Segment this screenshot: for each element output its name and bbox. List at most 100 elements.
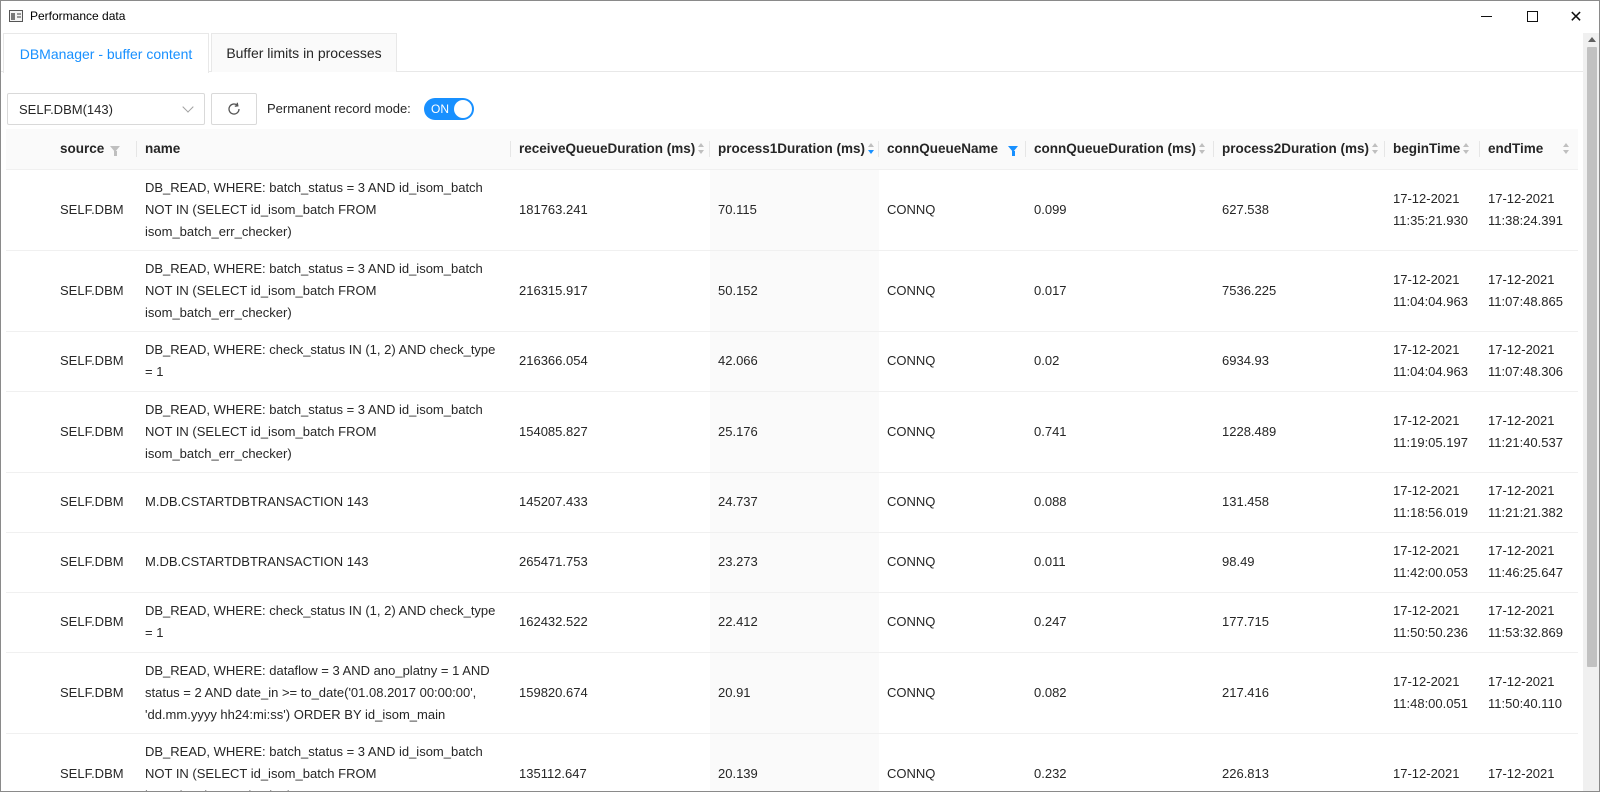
- cell-name: DB_READ, WHERE: check_status IN (1, 2) A…: [137, 331, 511, 392]
- header-process1-duration[interactable]: process1Duration (ms): [710, 129, 879, 170]
- cell-conn-queue-name: CONNQ: [879, 532, 1026, 593]
- cell-process2-duration: 627.538: [1214, 169, 1385, 251]
- table-row[interactable]: SELF.DBM DB_READ, WHERE: batch_status = 3…: [6, 391, 1578, 473]
- filter-icon[interactable]: [110, 145, 121, 156]
- table-row[interactable]: SELF.DBM DB_READ, WHERE: batch_status = 3…: [6, 733, 1578, 791]
- tab-buffer-limits[interactable]: Buffer limits in processes: [211, 33, 397, 72]
- filter-active-icon[interactable]: [1008, 145, 1018, 156]
- sort-icon: [1463, 142, 1470, 155]
- cell-source: SELF.DBM: [52, 733, 137, 791]
- row-spacer: [6, 331, 52, 392]
- window-title: Performance data: [30, 9, 126, 23]
- cell-name: DB_READ, WHERE: batch_status = 3 AND id_…: [137, 250, 511, 332]
- table-row[interactable]: SELF.DBM DB_READ, WHERE: dataflow = 3 AND…: [6, 652, 1578, 734]
- row-spacer: [6, 250, 52, 332]
- cell-end-time: 17-12-2021 11:50:40.110: [1480, 652, 1578, 734]
- header-end-time[interactable]: endTime: [1480, 129, 1578, 170]
- title-bar[interactable]: Performance data ✕: [1, 1, 1599, 31]
- tab-bar: DBManager - buffer content Buffer limits…: [1, 33, 1583, 73]
- cell-receive-queue-duration: 265471.753: [511, 532, 710, 593]
- cell-source: SELF.DBM: [52, 391, 137, 473]
- header-label: name: [145, 141, 181, 157]
- cell-receive-queue-duration: 135112.647: [511, 733, 710, 791]
- tab-dbmanager-buffer-content[interactable]: DBManager - buffer content: [3, 33, 209, 73]
- cell-conn-queue-name: CONNQ: [879, 592, 1026, 653]
- cell-conn-queue-name: CONNQ: [879, 652, 1026, 734]
- cell-name: DB_READ, WHERE: check_status IN (1, 2) A…: [137, 592, 511, 653]
- cell-source: SELF.DBM: [52, 652, 137, 734]
- table-row[interactable]: SELF.DBM DB_READ, WHERE: batch_status = 3…: [6, 250, 1578, 332]
- minimize-icon: [1480, 15, 1492, 17]
- maximize-button[interactable]: [1509, 1, 1555, 31]
- header-begin-time[interactable]: beginTime: [1385, 129, 1480, 170]
- cell-conn-queue-duration: 0.232: [1026, 733, 1214, 791]
- cell-process2-duration: 131.458: [1214, 472, 1385, 533]
- toolbar: SELF.DBM(143) Permanent record mode: ON: [1, 93, 1583, 127]
- cell-source: SELF.DBM: [52, 532, 137, 593]
- cell-conn-queue-duration: 0.099: [1026, 169, 1214, 251]
- cell-receive-queue-duration: 181763.241: [511, 169, 710, 251]
- permanent-record-switch[interactable]: ON: [424, 98, 474, 120]
- cell-begin-time: 17-12-2021 11:50:50.236: [1385, 592, 1480, 653]
- cell-begin-time: 17-12-2021 11:18:56.019: [1385, 472, 1480, 533]
- cell-name: M.DB.CSTARTDBTRANSACTION 143: [137, 532, 511, 593]
- minimize-button[interactable]: [1463, 1, 1509, 31]
- cell-name: DB_READ, WHERE: batch_status = 3 AND id_…: [137, 733, 511, 791]
- cell-conn-queue-name: CONNQ: [879, 250, 1026, 332]
- cell-process2-duration: 177.715: [1214, 592, 1385, 653]
- vertical-scrollbar[interactable]: [1583, 33, 1599, 791]
- cell-process1-duration: 20.91: [710, 652, 879, 734]
- cell-source: SELF.DBM: [52, 472, 137, 533]
- row-spacer: [6, 169, 52, 251]
- cell-receive-queue-duration: 216366.054: [511, 331, 710, 392]
- cell-conn-queue-name: CONNQ: [879, 169, 1026, 251]
- maximize-icon: [1526, 10, 1538, 22]
- cell-source: SELF.DBM: [52, 169, 137, 251]
- table-header-row: source name receiveQueueDuration (ms) pr…: [6, 129, 1578, 170]
- header-conn-queue-duration[interactable]: connQueueDuration (ms): [1026, 129, 1214, 170]
- header-label: process1Duration (ms): [718, 141, 866, 157]
- table-row[interactable]: SELF.DBM DB_READ, WHERE: check_status IN …: [6, 592, 1578, 653]
- cell-end-time: 17-12-2021 11:21:21.382: [1480, 472, 1578, 533]
- refresh-button[interactable]: [211, 93, 257, 125]
- cell-process1-duration: 22.412: [710, 592, 879, 653]
- cell-process1-duration: 70.115: [710, 169, 879, 251]
- tab-label: DBManager - buffer content: [19, 45, 193, 62]
- chevron-down-icon: [182, 101, 194, 113]
- header-label: endTime: [1488, 141, 1544, 157]
- cell-end-time: 17-12-2021 11:53:32.869: [1480, 592, 1578, 653]
- cell-process2-duration: 1228.489: [1214, 391, 1385, 473]
- permanent-record-label: Permanent record mode:: [267, 101, 411, 116]
- switch-knob: [454, 100, 472, 118]
- cell-process2-duration: 98.49: [1214, 532, 1385, 593]
- cell-name: DB_READ, WHERE: batch_status = 3 AND id_…: [137, 169, 511, 251]
- cell-receive-queue-duration: 159820.674: [511, 652, 710, 734]
- table-row[interactable]: SELF.DBM DB_READ, WHERE: check_status IN …: [6, 331, 1578, 392]
- close-button[interactable]: ✕: [1553, 1, 1599, 31]
- cell-end-time: 17-12-2021 11:07:48.306: [1480, 331, 1578, 392]
- header-conn-queue-name[interactable]: connQueueName: [879, 129, 1026, 170]
- cell-begin-time: 17-12-2021 11:35:21.930: [1385, 169, 1480, 251]
- cell-conn-queue-duration: 0.02: [1026, 331, 1214, 392]
- tab-label: Buffer limits in processes: [226, 45, 382, 61]
- table-row[interactable]: SELF.DBM M.DB.CSTARTDBTRANSACTION 143 1452…: [6, 472, 1578, 533]
- cell-begin-time: 17-12-2021 11:19:05.197: [1385, 391, 1480, 473]
- source-select[interactable]: SELF.DBM(143): [7, 93, 205, 125]
- row-spacer: [6, 592, 52, 653]
- header-process2-duration[interactable]: process2Duration (ms): [1214, 129, 1385, 170]
- scroll-thumb[interactable]: [1587, 47, 1597, 667]
- header-receive-queue-duration[interactable]: receiveQueueDuration (ms): [511, 129, 710, 170]
- cell-conn-queue-name: CONNQ: [879, 331, 1026, 392]
- cell-name: DB_READ, WHERE: dataflow = 3 AND ano_pla…: [137, 652, 511, 734]
- header-source[interactable]: source: [52, 129, 137, 170]
- cell-conn-queue-duration: 0.017: [1026, 250, 1214, 332]
- row-spacer: [6, 532, 52, 593]
- cell-begin-time: 17-12-2021 11:04:04.963: [1385, 250, 1480, 332]
- cell-process1-duration: 50.152: [710, 250, 879, 332]
- cell-end-time: 17-12-2021 11:07:48.865: [1480, 250, 1578, 332]
- cell-end-time: 17-12-2021 11:38:24.391: [1480, 169, 1578, 251]
- cell-begin-time: 17-12-2021 11:48:00.051: [1385, 652, 1480, 734]
- table-row[interactable]: SELF.DBM M.DB.CSTARTDBTRANSACTION 143 2654…: [6, 532, 1578, 593]
- scroll-up-icon[interactable]: [1588, 37, 1596, 42]
- table-row[interactable]: SELF.DBM DB_READ, WHERE: batch_status = 3…: [6, 169, 1578, 251]
